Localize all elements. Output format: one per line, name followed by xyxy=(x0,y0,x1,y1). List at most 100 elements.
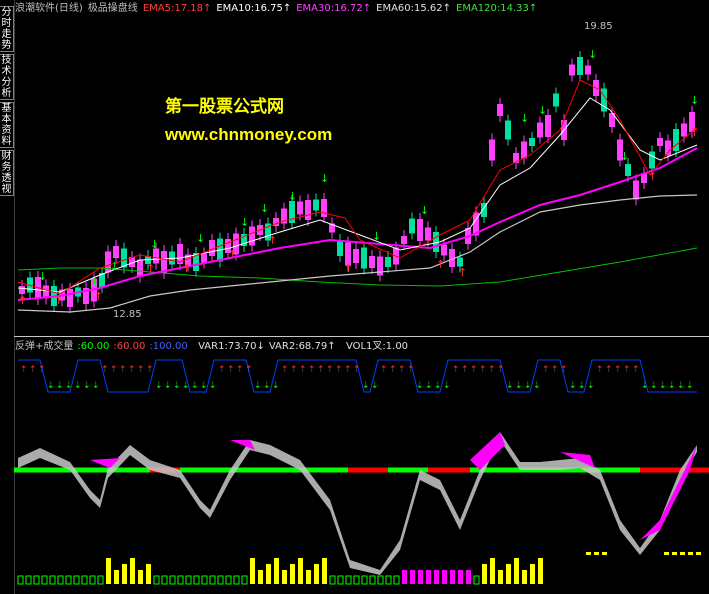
volume-bar xyxy=(209,575,216,585)
volume-bar xyxy=(298,558,303,584)
candle-body xyxy=(369,256,375,268)
up-arrow-icon: ↑ xyxy=(146,262,155,275)
down-arrow-icon: ↓ xyxy=(38,270,47,283)
down-arrow-icon: ⇣ xyxy=(506,381,514,391)
volume-bar xyxy=(217,575,224,585)
candle-body xyxy=(569,64,575,76)
candle-body xyxy=(401,236,407,244)
volume-bar xyxy=(345,575,352,585)
up-arrow-icon: ⇡ xyxy=(344,365,352,375)
down-arrow-icon: ⇣ xyxy=(164,381,172,391)
down-arrow-icon: ⇣ xyxy=(200,381,208,391)
volume-bar xyxy=(337,575,344,585)
volume-bar xyxy=(258,570,263,584)
down-arrow-icon: ⇣ xyxy=(362,381,370,391)
down-arrow-icon: ⇣ xyxy=(524,381,532,391)
candle-body xyxy=(321,199,327,217)
volume-bar xyxy=(89,575,96,585)
volume-bar xyxy=(185,575,192,585)
volume-bar xyxy=(314,564,319,584)
volume-bar xyxy=(241,575,248,585)
volume-marker xyxy=(594,552,599,555)
up-arrow-icon: ⇡ xyxy=(308,365,316,375)
up-arrow-icon: ⇡ xyxy=(623,365,631,375)
volume-bar xyxy=(153,575,160,585)
up-arrow-icon: ↑ xyxy=(182,262,191,275)
volume-bar xyxy=(482,564,487,584)
candle-body xyxy=(161,251,167,273)
up-arrow-icon: ⇡ xyxy=(380,365,388,375)
up-arrow-icon: ⇡ xyxy=(38,365,46,375)
ema-lines xyxy=(17,79,698,313)
up-arrow-icon: ⇡ xyxy=(218,365,226,375)
candle-body xyxy=(577,57,583,75)
up-arrow-icon: ⇡ xyxy=(227,365,235,375)
down-arrow-icon: ⇣ xyxy=(686,381,694,391)
watermark-url: www.chnmoney.com xyxy=(165,125,333,144)
down-arrow-icon: ↓ xyxy=(260,202,269,215)
candle-body xyxy=(649,151,655,169)
volume-bar xyxy=(177,575,184,585)
volume-bar xyxy=(33,575,40,585)
volume-bar xyxy=(322,558,327,584)
volume-bar xyxy=(161,575,168,585)
up-arrow-icon: ⇡ xyxy=(353,365,361,375)
down-arrow-icon: ⇣ xyxy=(434,381,442,391)
up-arrow-icon: ↑ xyxy=(436,258,445,271)
ema30-line xyxy=(17,147,698,301)
candle-body xyxy=(441,244,447,256)
down-arrow-icon: ⇣ xyxy=(587,381,595,391)
up-arrow-icon: ⇡ xyxy=(542,365,550,375)
down-arrow-icon: ⇣ xyxy=(92,381,100,391)
up-arrow-icon: ⇡ xyxy=(29,365,37,375)
up-arrow-icon: ⇡ xyxy=(299,365,307,375)
candle-body xyxy=(633,180,639,200)
volume-bar xyxy=(73,575,80,585)
volume-bar xyxy=(130,558,135,584)
volume-bar xyxy=(402,570,407,584)
up-arrow-icon: ⇡ xyxy=(245,365,253,375)
up-arrow-icon: ⇡ xyxy=(596,365,604,375)
volume-bar xyxy=(466,570,471,584)
volume-marker xyxy=(688,552,693,555)
candle-body xyxy=(19,286,25,294)
up-arrow-icon: ⇡ xyxy=(389,365,397,375)
down-arrow-icon: ↓ xyxy=(372,230,381,243)
down-arrow-icon: ⇣ xyxy=(641,381,649,391)
up-arrow-icon: ⇡ xyxy=(452,365,460,375)
kline-chart-canvas[interactable]: ↓ ↓↓↓ ↓↓↓↓↓↓↓↓↓↓↓↓↑ ↑ ↑↑ ↑↑↑↑ ↑↑↑↑ 19.85 12.85… xyxy=(0,0,709,594)
volume-bar xyxy=(490,558,495,584)
volume-bar xyxy=(201,575,208,585)
down-arrow-icon: ⇣ xyxy=(74,381,82,391)
down-arrow-icon: ↓ xyxy=(240,216,249,229)
up-arrow-icon: ↑ xyxy=(268,234,277,247)
down-arrow-icon: ⇣ xyxy=(515,381,523,391)
down-arrow-icon: ↓ xyxy=(90,276,99,289)
up-arrow-icon: ↑ xyxy=(690,126,699,139)
down-arrow-icon: ⇣ xyxy=(533,381,541,391)
volume-bar xyxy=(418,570,423,584)
low-price-label: 12.85 xyxy=(113,309,142,320)
volume-bar xyxy=(138,570,143,584)
up-arrow-icon: ⇡ xyxy=(101,365,109,375)
down-arrow-icon: ⇣ xyxy=(416,381,424,391)
down-arrow-icon: ⇣ xyxy=(254,381,262,391)
up-arrow-icon: ↑ xyxy=(228,248,237,261)
volume-bar xyxy=(225,575,232,585)
candle-body xyxy=(409,218,415,234)
candle-body xyxy=(337,240,343,256)
up-arrow-icon: ↑ xyxy=(458,266,467,279)
down-arrow-icon: ⇣ xyxy=(173,381,181,391)
volume-bar xyxy=(122,564,127,584)
volume-marker xyxy=(696,552,701,555)
volume-bar xyxy=(385,575,392,585)
down-arrow-icon: ⇣ xyxy=(668,381,676,391)
up-arrow-icon: ⇡ xyxy=(236,365,244,375)
up-arrow-icon: ⇡ xyxy=(335,365,343,375)
volume-marker xyxy=(672,552,677,555)
high-price-label: 19.85 xyxy=(584,21,613,32)
volume-marker xyxy=(586,552,591,555)
volume-bar xyxy=(250,558,255,584)
volume-bar xyxy=(106,558,111,584)
up-arrow-icon: ⇡ xyxy=(605,365,613,375)
